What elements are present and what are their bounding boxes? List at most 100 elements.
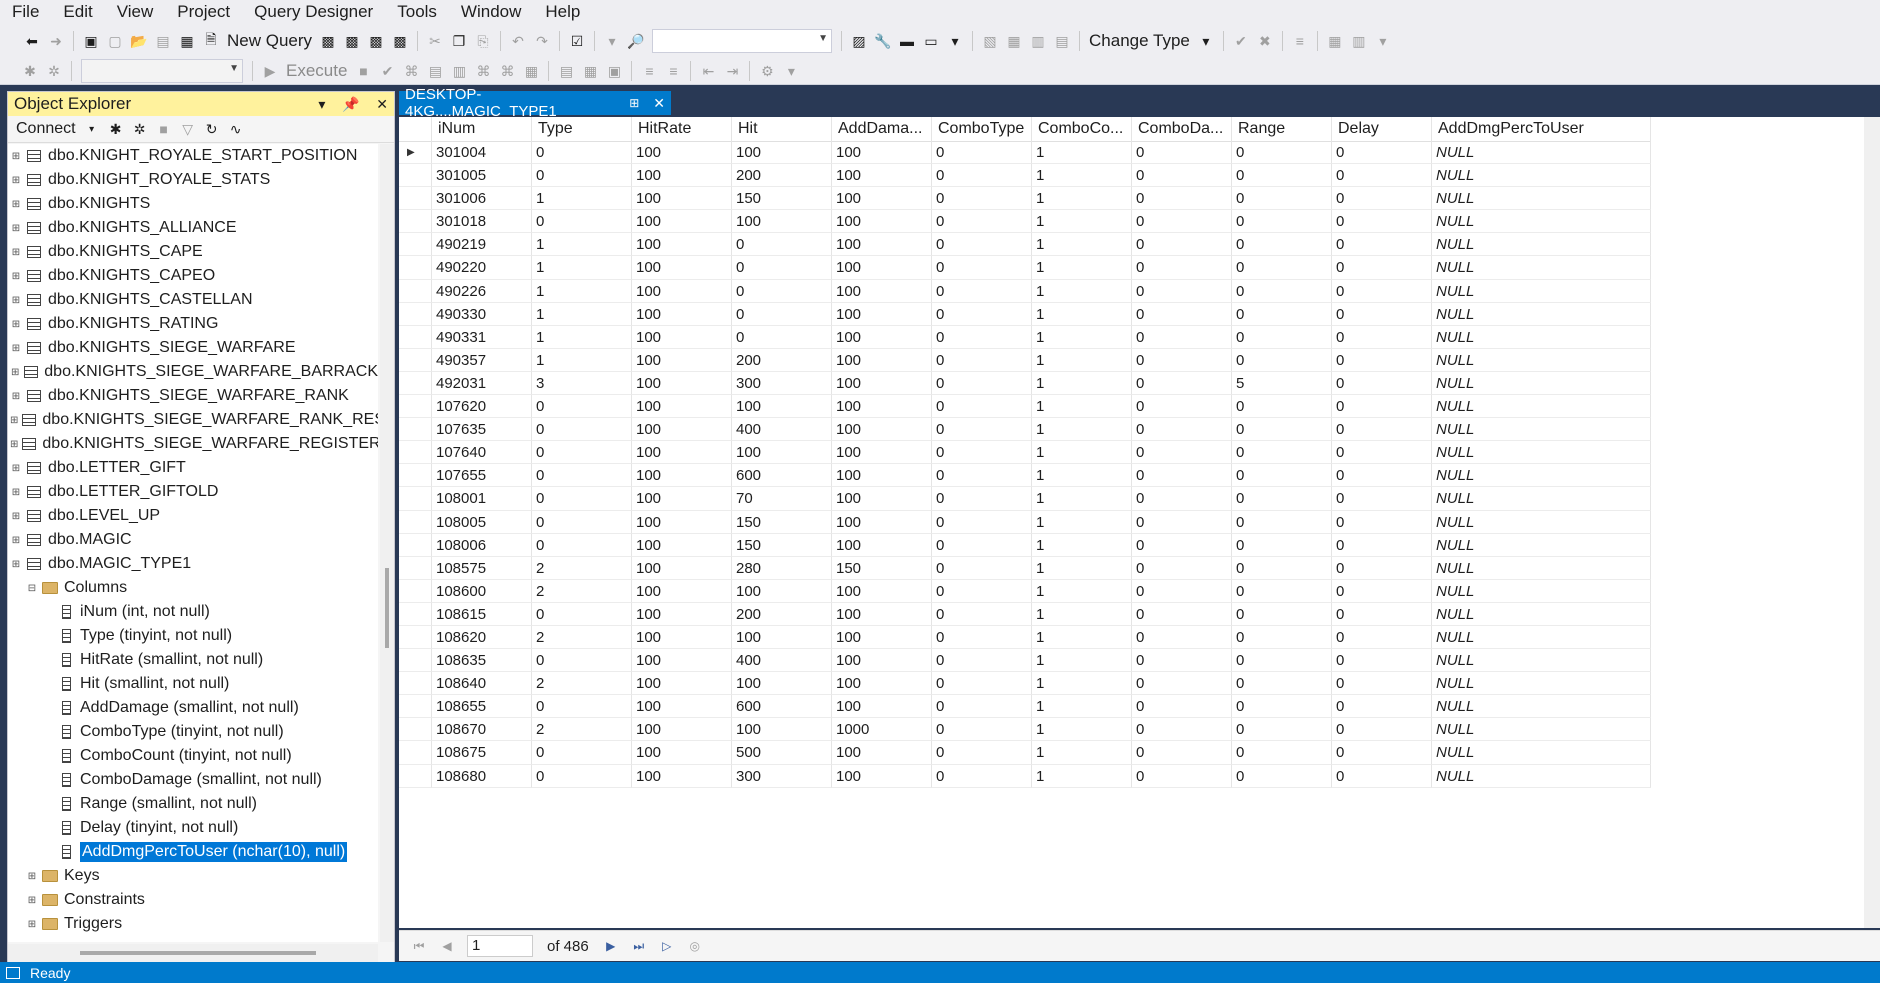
- table-row[interactable]: 108680 0 100 300 100 0 1 0 0 0 NULL: [399, 764, 1651, 788]
- table-cell[interactable]: 1: [1032, 256, 1132, 280]
- table-cell[interactable]: 0: [1232, 348, 1332, 372]
- table-cell[interactable]: 1: [1032, 556, 1132, 580]
- table-cell[interactable]: NULL: [1432, 371, 1651, 396]
- parse-icon[interactable]: ✔: [378, 62, 396, 80]
- table-row[interactable]: 301006 1 100 150 100 0 1 0 0 0 NULL: [399, 187, 1651, 211]
- remove-filter-icon[interactable]: ✖: [1256, 32, 1274, 50]
- row-selector[interactable]: [399, 187, 432, 211]
- tree-item-column[interactable]: Range (smallint, not null): [8, 792, 378, 816]
- activity-monitor-icon[interactable]: ☑: [568, 32, 586, 50]
- table-cell[interactable]: NULL: [1432, 256, 1651, 280]
- tree-item-column[interactable]: AddDamage (smallint, not null): [8, 696, 378, 720]
- row-selector[interactable]: [399, 764, 432, 788]
- table-row[interactable]: 107635 0 100 400 100 0 1 0 0 0 NULL: [399, 418, 1651, 442]
- table-cell[interactable]: 0: [1332, 695, 1432, 719]
- table-cell[interactable]: 0: [1132, 533, 1232, 557]
- row-selector[interactable]: [399, 279, 432, 303]
- disconnect-icon[interactable]: ✲: [131, 120, 149, 138]
- table-cell[interactable]: 400: [732, 649, 832, 673]
- table-cell[interactable]: 1: [1032, 302, 1132, 326]
- table-cell[interactable]: 0: [932, 718, 1032, 742]
- table-cell[interactable]: 0: [932, 487, 1032, 511]
- table-cell[interactable]: 1: [1032, 464, 1132, 488]
- table-cell[interactable]: 100: [832, 187, 932, 211]
- tree-item-table[interactable]: ⊞ dbo.KNIGHTS_CAPE: [8, 240, 378, 264]
- table-cell[interactable]: 0: [932, 649, 1032, 673]
- table-cell[interactable]: 100: [832, 141, 932, 165]
- row-selector[interactable]: [399, 210, 432, 234]
- menu-file[interactable]: File: [0, 0, 51, 24]
- table-cell[interactable]: 1: [1032, 602, 1132, 626]
- table-row[interactable]: ▶ 301004 0 100 100 100 0 1 0 0 0 NULL: [399, 141, 1651, 165]
- expand-icon[interactable]: ⊞: [10, 271, 22, 282]
- table-cell[interactable]: 100: [632, 649, 732, 673]
- table-cell[interactable]: 500: [732, 741, 832, 765]
- table-cell[interactable]: 0: [1232, 649, 1332, 673]
- tree-item-table[interactable]: ⊞ dbo.KNIGHTS_SIEGE_WARFARE_BARRACK: [8, 360, 378, 384]
- table-cell[interactable]: 100: [632, 233, 732, 257]
- table-cell[interactable]: 100: [832, 695, 932, 719]
- table-cell[interactable]: NULL: [1432, 741, 1651, 765]
- table-cell[interactable]: NULL: [1432, 325, 1651, 349]
- table-cell[interactable]: 0: [1232, 464, 1332, 488]
- estimated-plan-icon[interactable]: ⌘: [402, 62, 420, 80]
- table-cell[interactable]: 0: [1232, 625, 1332, 650]
- table-cell[interactable]: 100: [632, 187, 732, 211]
- tree-item-column[interactable]: AddDmgPercToUser (nchar(10), null): [8, 840, 378, 864]
- table-cell[interactable]: 0: [1332, 464, 1432, 488]
- table-cell[interactable]: NULL: [1432, 279, 1651, 303]
- table-row[interactable]: 108575 2 100 280 150 0 1 0 0 0 NULL: [399, 556, 1651, 580]
- table-cell[interactable]: 100: [632, 764, 732, 788]
- table-cell[interactable]: 0: [932, 187, 1032, 211]
- tree-item-column[interactable]: ComboType (tinyint, not null): [8, 720, 378, 744]
- table-cell[interactable]: 0: [932, 741, 1032, 765]
- table-cell[interactable]: 0: [1132, 441, 1232, 465]
- table-row[interactable]: 108670 2 100 100 1000 0 1 0 0 0 NULL: [399, 718, 1651, 742]
- table-cell[interactable]: 0: [532, 210, 632, 234]
- table-row[interactable]: 492031 3 100 300 100 0 1 0 5 0 NULL: [399, 371, 1651, 396]
- tree-item-column[interactable]: Hit (smallint, not null): [8, 672, 378, 696]
- table-cell[interactable]: 100: [732, 672, 832, 696]
- table-cell[interactable]: 108670: [432, 718, 532, 742]
- table-cell[interactable]: NULL: [1432, 625, 1651, 650]
- results-to-text-icon[interactable]: ▤: [557, 62, 575, 80]
- tree-item-table[interactable]: ⊞ dbo.KNIGHTS_SIEGE_WARFARE: [8, 336, 378, 360]
- table-cell[interactable]: 0: [532, 764, 632, 788]
- table-cell[interactable]: 1: [1032, 395, 1132, 419]
- row-selector[interactable]: [399, 464, 432, 488]
- document-tab[interactable]: DESKTOP-4KG....MAGIC_TYPE1 ⊞ ✕: [399, 86, 671, 120]
- table-cell[interactable]: 0: [532, 418, 632, 442]
- table-cell[interactable]: 100: [832, 487, 932, 511]
- table-cell[interactable]: 1: [1032, 418, 1132, 442]
- table-cell[interactable]: 280: [732, 556, 832, 580]
- table-cell[interactable]: 100: [632, 718, 732, 742]
- row-selector[interactable]: [399, 695, 432, 719]
- table-cell[interactable]: 100: [832, 672, 932, 696]
- table-cell[interactable]: NULL: [1432, 649, 1651, 673]
- table-cell[interactable]: 301005: [432, 164, 532, 188]
- table-row[interactable]: 490357 1 100 200 100 0 1 0 0 0 NULL: [399, 348, 1651, 372]
- client-stats-icon[interactable]: ▦: [522, 62, 540, 80]
- table-cell[interactable]: 0: [932, 279, 1032, 303]
- tree-item-folder[interactable]: ⊞ Constraints: [8, 888, 378, 912]
- row-selector[interactable]: [399, 418, 432, 442]
- table-cell[interactable]: 0: [1332, 418, 1432, 442]
- find-combo[interactable]: ▼: [652, 29, 833, 53]
- table-cell[interactable]: 490331: [432, 325, 532, 349]
- table-cell[interactable]: 100: [832, 602, 932, 626]
- close-icon[interactable]: ✕: [653, 95, 665, 112]
- table-cell[interactable]: 0: [732, 325, 832, 349]
- table-cell[interactable]: 1: [1032, 741, 1132, 765]
- table-row[interactable]: 490226 1 100 0 100 0 1 0 0 0 NULL: [399, 279, 1651, 303]
- table-cell[interactable]: 300: [732, 371, 832, 396]
- expand-icon[interactable]: ⊞: [10, 151, 22, 162]
- table-cell[interactable]: NULL: [1432, 464, 1651, 488]
- table-cell[interactable]: 1: [1032, 210, 1132, 234]
- table-row[interactable]: 107655 0 100 600 100 0 1 0 0 0 NULL: [399, 464, 1651, 488]
- row-selector[interactable]: [399, 348, 432, 372]
- table-cell[interactable]: 150: [732, 533, 832, 557]
- grid-vertical-scrollbar[interactable]: [1864, 117, 1880, 928]
- table-cell[interactable]: 100: [632, 418, 732, 442]
- table-cell[interactable]: 0: [532, 441, 632, 465]
- table-cell[interactable]: 200: [732, 602, 832, 626]
